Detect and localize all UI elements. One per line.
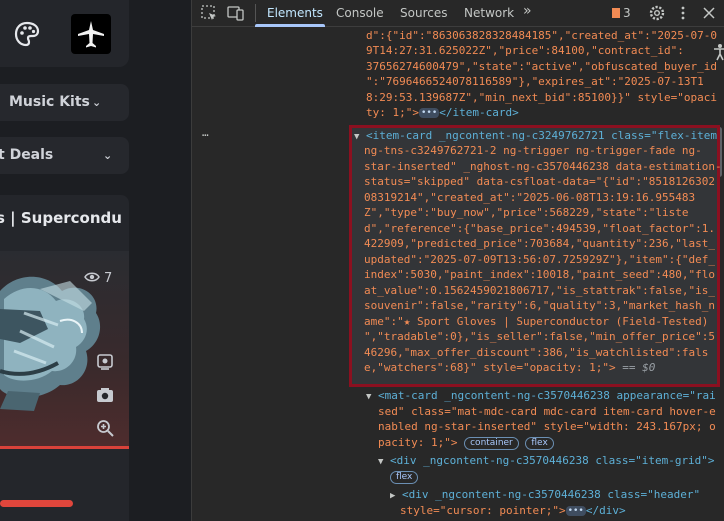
collapse-triangle-icon[interactable]: ▼ <box>366 392 371 402</box>
dom-line: sed" class="mat-mdc-card mdc-card item-c… <box>378 405 716 418</box>
kebab-menu-icon[interactable] <box>674 4 692 22</box>
dom-line: ▼ <div _ngcontent-ng-c3570446238 class="… <box>378 453 715 471</box>
dom-attr-value: pacity: 1;"> <box>378 436 458 449</box>
dom-line: 8:29:53.139687Z","min_next_bid":85100}}"… <box>366 91 717 104</box>
dom-line: ty: 1;"> ••• </item-card> <box>366 105 519 121</box>
dom-line: ","tradable":0},"is_seller":false,"min_o… <box>364 330 715 343</box>
rarity-bar <box>0 446 129 449</box>
progress-bar <box>0 500 73 507</box>
palette-icon[interactable] <box>14 21 40 47</box>
dom-line: status="skipped" data-csfloat-data="{"id… <box>364 175 715 188</box>
dom-line: e,"watchers":68}" style="opacity: 1;"> =… <box>364 360 655 376</box>
dom-line: style="cursor: pointer;"> ••• </div> <box>400 503 626 519</box>
dom-line: ame":"★ Sport Gloves | Superconductor (F… <box>364 315 709 328</box>
issues-badge[interactable]: 3 <box>612 6 631 20</box>
dom-line: at_value":0.1562459021806717,"is_stattra… <box>364 284 715 297</box>
dom-line: star-inserted" _nghost-ng-c3570446238 da… <box>364 160 722 173</box>
camera-icon[interactable] <box>95 385 115 405</box>
dom-attr-value: style="cursor: pointer;"> <box>400 504 566 517</box>
zoom-in-icon[interactable] <box>95 418 115 438</box>
dom-line: ▶ <div _ngcontent-ng-c3570446238 class="… <box>390 487 700 505</box>
node-actions-ellipsis[interactable]: … <box>202 125 209 141</box>
accessibility-icon[interactable] <box>713 43 724 61</box>
issues-count: 3 <box>623 6 631 20</box>
collapse-triangle-icon[interactable]: ▼ <box>354 132 359 142</box>
dom-line: ng-tns-c3249762721-2 ng-trigger ng-trigg… <box>364 144 702 157</box>
collapse-triangle-icon[interactable]: ▼ <box>378 457 383 467</box>
expand-ellipsis[interactable]: ••• <box>418 108 440 118</box>
watchers-count: 7 <box>84 271 112 286</box>
dom-line: 37656274600479","state":"active","obfusc… <box>366 60 717 73</box>
avatar[interactable] <box>71 14 111 54</box>
tab-sources[interactable]: Sources <box>400 6 447 20</box>
tab-elements[interactable]: Elements <box>267 6 323 20</box>
dom-line: nabled ng-star-inserted" style="width: 2… <box>378 420 716 433</box>
flex-badge[interactable]: flex <box>390 471 419 484</box>
dom-line: 08319214","created_at":"2025-06-08T13:19… <box>364 191 696 204</box>
dom-line: ":"7696466524078116589"},"expires_at":"2… <box>366 75 704 88</box>
nav-deals[interactable]: t Deals ⌄ <box>0 137 129 174</box>
airplane-icon <box>78 21 104 48</box>
dom-line: Z","type":"buy_now","price":568229,"stat… <box>364 206 689 219</box>
dom-open-tag: <item-card _ngcontent-ng-c3249762721 cla… <box>366 129 718 142</box>
dom-line: 46296,"max_offer_discount":386,"is_watch… <box>364 346 709 359</box>
site-header <box>0 0 129 67</box>
dom-line: souvenir":false,"rarity":6,"quality":3,"… <box>364 299 715 312</box>
eye-icon <box>84 272 100 282</box>
tab-console[interactable]: Console <box>336 6 384 20</box>
expand-triangle-icon[interactable]: ▶ <box>390 491 395 501</box>
close-icon[interactable] <box>700 4 718 22</box>
dom-line: index":5030,"paint_index":10018,"paint_s… <box>364 268 715 281</box>
dom-line: d":{"id":"863063828328484185","created_a… <box>366 29 717 42</box>
toolbar-divider <box>255 4 256 22</box>
nav-music-kits[interactable]: Music Kits ⌄ <box>0 84 129 121</box>
dom-open-tag: <div _ngcontent-ng-c3570446238 class="it… <box>390 454 715 467</box>
selected-marker: == $0 <box>622 361 656 374</box>
more-tabs-button[interactable]: » <box>523 3 532 19</box>
chevron-down-icon: ⌄ <box>103 149 113 162</box>
tab-network[interactable]: Network <box>464 6 514 20</box>
website-viewport: Music Kits ⌄ t Deals ⌄ s | Supercondu 7 <box>0 0 191 521</box>
flex-badge[interactable]: flex <box>525 437 554 450</box>
dom-close-tag: </item-card> <box>439 106 519 119</box>
expand-ellipsis[interactable]: ••• <box>565 506 586 516</box>
nav-label: t Deals <box>0 147 54 163</box>
dom-open-tag: <mat-card _ngcontent-ng-c3570446238 appe… <box>378 389 716 402</box>
dom-attr-value: ty: 1;"> <box>366 106 419 119</box>
dom-line: d","reference":{"base_price":494539,"flo… <box>364 222 715 235</box>
dom-line: updated":"2025-07-09T13:56:07.725929Z"},… <box>364 253 715 266</box>
container-badge[interactable]: container <box>464 437 519 450</box>
devtools-panel: Elements Console Sources Network » 3 d":… <box>191 0 724 521</box>
gear-icon[interactable] <box>648 4 666 22</box>
dom-tree: d":{"id":"863063828328484185","created_a… <box>192 27 724 521</box>
issues-flag-icon <box>612 8 620 18</box>
dom-line: 9T14:27:31.625022Z","price":84100,"contr… <box>366 44 684 57</box>
item-title: s | Supercondu <box>0 209 122 227</box>
inspect-screenshot-icon[interactable] <box>95 352 115 372</box>
dom-line: 422909,"predicted_price":703684,"quantit… <box>364 237 715 250</box>
dom-line: flex <box>390 469 419 485</box>
dom-close-tag: </div> <box>585 504 626 517</box>
dom-open-tag: <div _ngcontent-ng-c3570446238 class="he… <box>402 488 701 501</box>
dom-attr-value: e,"watchers":68}" style="opacity: 1;"> <box>364 361 616 374</box>
device-toolbar-icon[interactable] <box>227 4 245 22</box>
item-card[interactable]: s | Supercondu 7 <box>0 195 129 521</box>
devtools-toolbar: Elements Console Sources Network » 3 <box>192 0 724 27</box>
dom-line: ▼ <mat-card _ngcontent-ng-c3570446238 ap… <box>366 388 716 406</box>
dom-line: pacity: 1;"> container flex <box>378 435 554 451</box>
nav-label: Music Kits <box>9 94 90 110</box>
chevron-down-icon: ⌄ <box>92 96 102 109</box>
inspect-element-icon[interactable] <box>200 4 218 22</box>
watchers-value: 7 <box>104 271 113 286</box>
